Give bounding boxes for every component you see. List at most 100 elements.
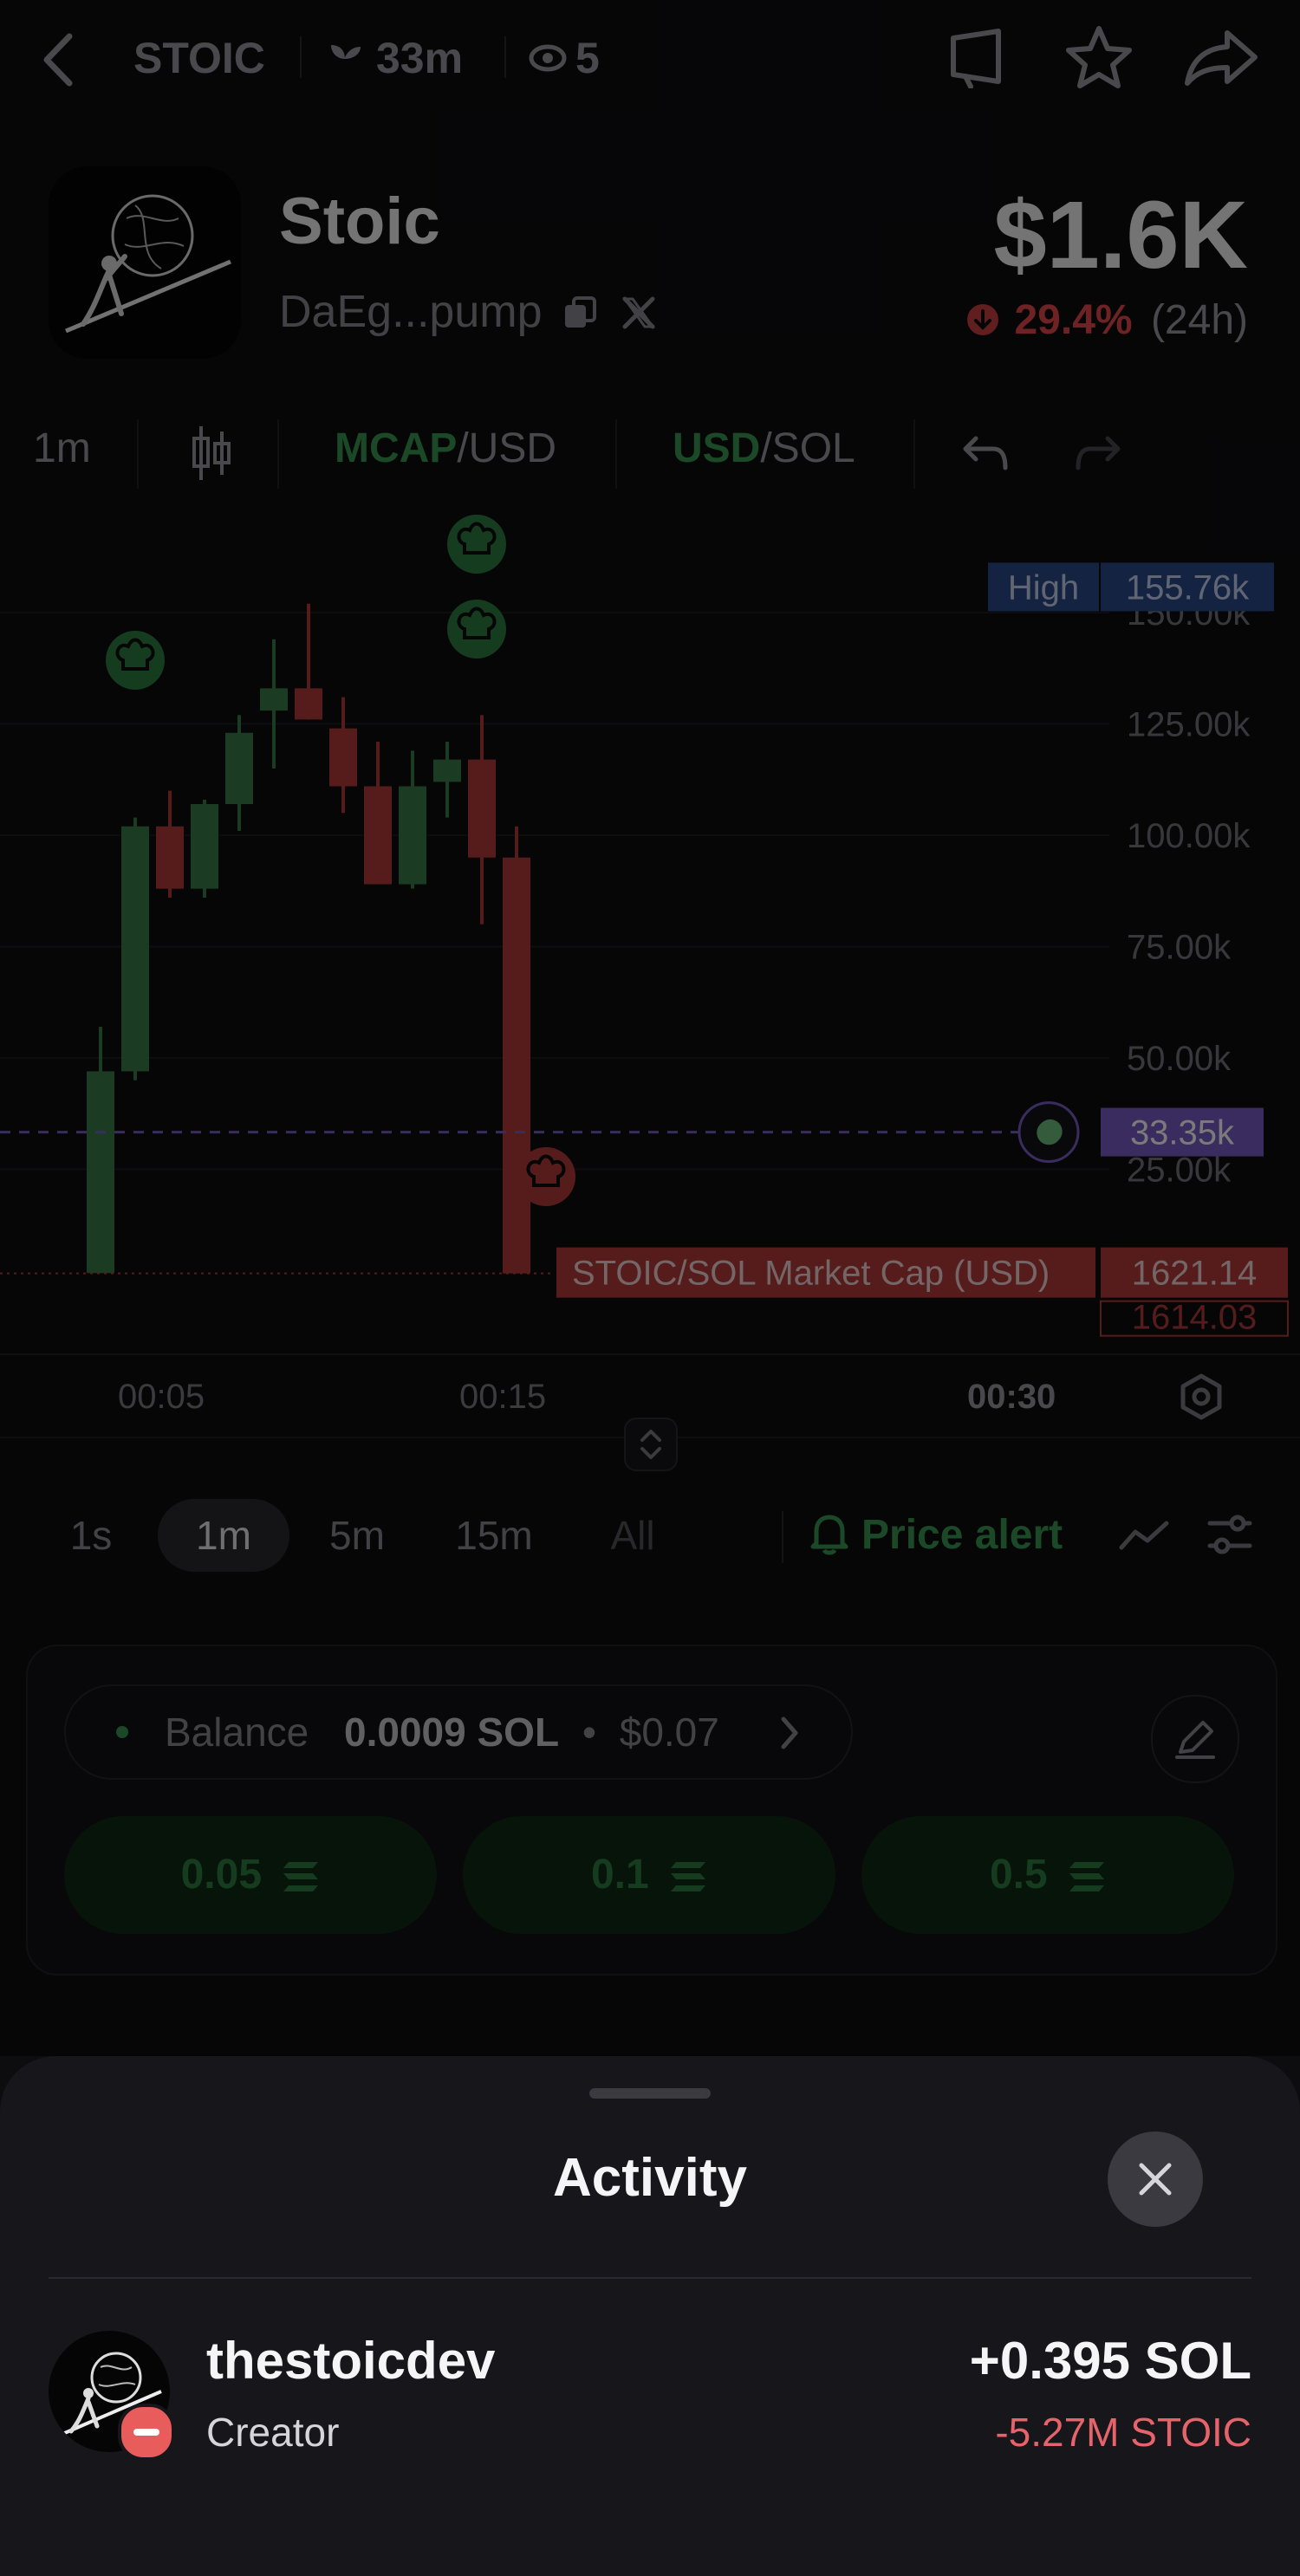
usd-sol-toggle[interactable]: USD/SOL xyxy=(673,425,855,482)
viewer-count: 5 xyxy=(575,34,600,82)
quick-buy-005[interactable]: 0.05 xyxy=(64,1816,437,1934)
divider xyxy=(782,1511,783,1563)
divider xyxy=(49,2277,1251,2279)
star-icon[interactable] xyxy=(1064,24,1134,90)
candle-body xyxy=(433,759,461,782)
divider xyxy=(615,419,617,489)
price-change: 29.4% (24h) xyxy=(965,296,1248,344)
candle-body xyxy=(156,826,184,889)
close-icon xyxy=(1139,2163,1172,2196)
eye-icon xyxy=(529,44,567,72)
status-dot xyxy=(116,1726,128,1738)
candle-body xyxy=(295,688,322,720)
candle-body xyxy=(260,688,288,711)
chevron-right-icon xyxy=(781,1716,798,1749)
username[interactable]: thestoicdev xyxy=(206,2331,495,2391)
bullet: • xyxy=(582,1710,596,1755)
balance-sol: 0.0009 SOL xyxy=(344,1710,560,1755)
divider xyxy=(137,419,139,489)
x-tick: 00:05 xyxy=(118,1378,205,1416)
arrow-down-circle-icon xyxy=(967,304,999,335)
time-all-button[interactable]: All xyxy=(589,1499,676,1572)
candle-body xyxy=(503,857,530,1274)
candle-body xyxy=(468,759,496,858)
back-arrow-icon[interactable] xyxy=(38,31,76,88)
time-5m-button[interactable]: 5m xyxy=(315,1499,399,1572)
divider xyxy=(913,419,915,489)
time-1m-button[interactable]: 1m xyxy=(158,1499,289,1572)
redo-icon[interactable] xyxy=(1075,433,1123,471)
mcap-usd-toggle[interactable]: MCAP/USD xyxy=(335,425,556,482)
candle-body xyxy=(121,826,149,1072)
close-button[interactable] xyxy=(1108,2132,1203,2227)
expand-vertical-icon xyxy=(640,1430,661,1459)
price-chart[interactable]: 150.00k 125.00k 100.00k 75.00k 50.00k 25.00k 3… xyxy=(0,503,1300,1369)
sliders-icon[interactable] xyxy=(1206,1511,1253,1560)
ticker-label: STOIC xyxy=(133,34,265,82)
quick-buy-amount: 0.5 xyxy=(989,1852,1048,1898)
time-1s-button[interactable]: 1s xyxy=(52,1499,130,1572)
quick-buy-05[interactable]: 0.5 xyxy=(861,1816,1234,1934)
share-icon[interactable] xyxy=(1184,29,1258,87)
divider xyxy=(277,419,279,489)
sol-change: +0.395 SOL xyxy=(969,2332,1251,2390)
sprout-icon xyxy=(331,45,361,75)
candle-body xyxy=(329,728,357,787)
chart-baseline xyxy=(0,1353,1300,1355)
price-alert-button[interactable]: Price alert xyxy=(809,1508,1063,1563)
candle-body xyxy=(364,786,392,885)
token-avatar xyxy=(49,166,241,359)
chart-resize-handle[interactable] xyxy=(624,1418,678,1471)
high-value-label: 155.76k xyxy=(1126,568,1250,607)
entry-value-label: 33.35k xyxy=(1130,1114,1235,1152)
chart-interval-button[interactable]: 1m xyxy=(33,425,91,482)
undo-icon[interactable] xyxy=(960,433,1009,471)
usd-label: USD xyxy=(673,425,761,471)
high-label: High xyxy=(1008,568,1079,607)
balance-label: Balance xyxy=(165,1710,309,1755)
time-15m-button[interactable]: 15m xyxy=(442,1499,546,1572)
sheet-drag-handle[interactable] xyxy=(589,2088,711,2099)
activity-sheet xyxy=(0,2056,1300,2576)
change-percent: 29.4% xyxy=(1014,297,1133,343)
y-tick-label: 75.00k xyxy=(1127,929,1232,967)
mcap-usd-label: /USD xyxy=(457,425,557,471)
chart-settings-icon[interactable] xyxy=(1177,1372,1225,1421)
quick-buy-01[interactable]: 0.1 xyxy=(463,1816,835,1934)
solana-icon xyxy=(283,1862,319,1891)
token-age: 33m xyxy=(376,34,464,82)
quick-buy-amount: 0.1 xyxy=(590,1852,649,1898)
x-twitter-icon[interactable] xyxy=(621,295,657,331)
change-period: (24h) xyxy=(1150,297,1248,343)
price-alert-label: Price alert xyxy=(861,1512,1063,1558)
edit-presets-button[interactable] xyxy=(1151,1695,1239,1783)
y-tick-label: 50.00k xyxy=(1127,1040,1232,1078)
edit-icon xyxy=(1175,1721,1215,1759)
candlestick-icon[interactable] xyxy=(189,423,232,483)
y-tick-label: 125.00k xyxy=(1127,706,1251,744)
balance-text: Balance 0.0009 SOL • $0.07 xyxy=(165,1709,719,1755)
candlestick-chart: 150.00k125.00k100.00k75.00k50.00k25.00k3… xyxy=(0,515,1289,1337)
divider xyxy=(504,36,506,78)
balance-usd: $0.07 xyxy=(619,1710,719,1755)
user-role: Creator xyxy=(206,2410,340,2455)
prev-value-label: 1614.03 xyxy=(1132,1299,1258,1337)
line-chart-icon[interactable] xyxy=(1118,1518,1170,1553)
copy-icon[interactable] xyxy=(562,295,598,331)
token-name: Stoic xyxy=(279,185,440,258)
x-tick: 00:15 xyxy=(459,1378,547,1416)
solana-icon xyxy=(671,1862,706,1891)
candle-body xyxy=(87,1071,114,1274)
y-tick-label: 100.00k xyxy=(1127,817,1251,855)
token-address: DaEg...pump xyxy=(279,286,543,338)
activity-title: Activity xyxy=(553,2148,747,2208)
y-tick-label: 25.00k xyxy=(1127,1152,1232,1190)
megaphone-icon[interactable] xyxy=(946,28,1012,88)
candle-body xyxy=(225,732,253,805)
token-change: -5.27M STOIC xyxy=(995,2410,1251,2455)
minus-icon xyxy=(133,2429,159,2436)
solana-icon xyxy=(1069,1862,1105,1891)
last-value-label: 1621.14 xyxy=(1132,1255,1258,1293)
balance-pill[interactable]: Balance 0.0009 SOL • $0.07 xyxy=(64,1684,853,1780)
last-name-label: STOIC/SOL Market Cap (USD) xyxy=(572,1255,1050,1293)
